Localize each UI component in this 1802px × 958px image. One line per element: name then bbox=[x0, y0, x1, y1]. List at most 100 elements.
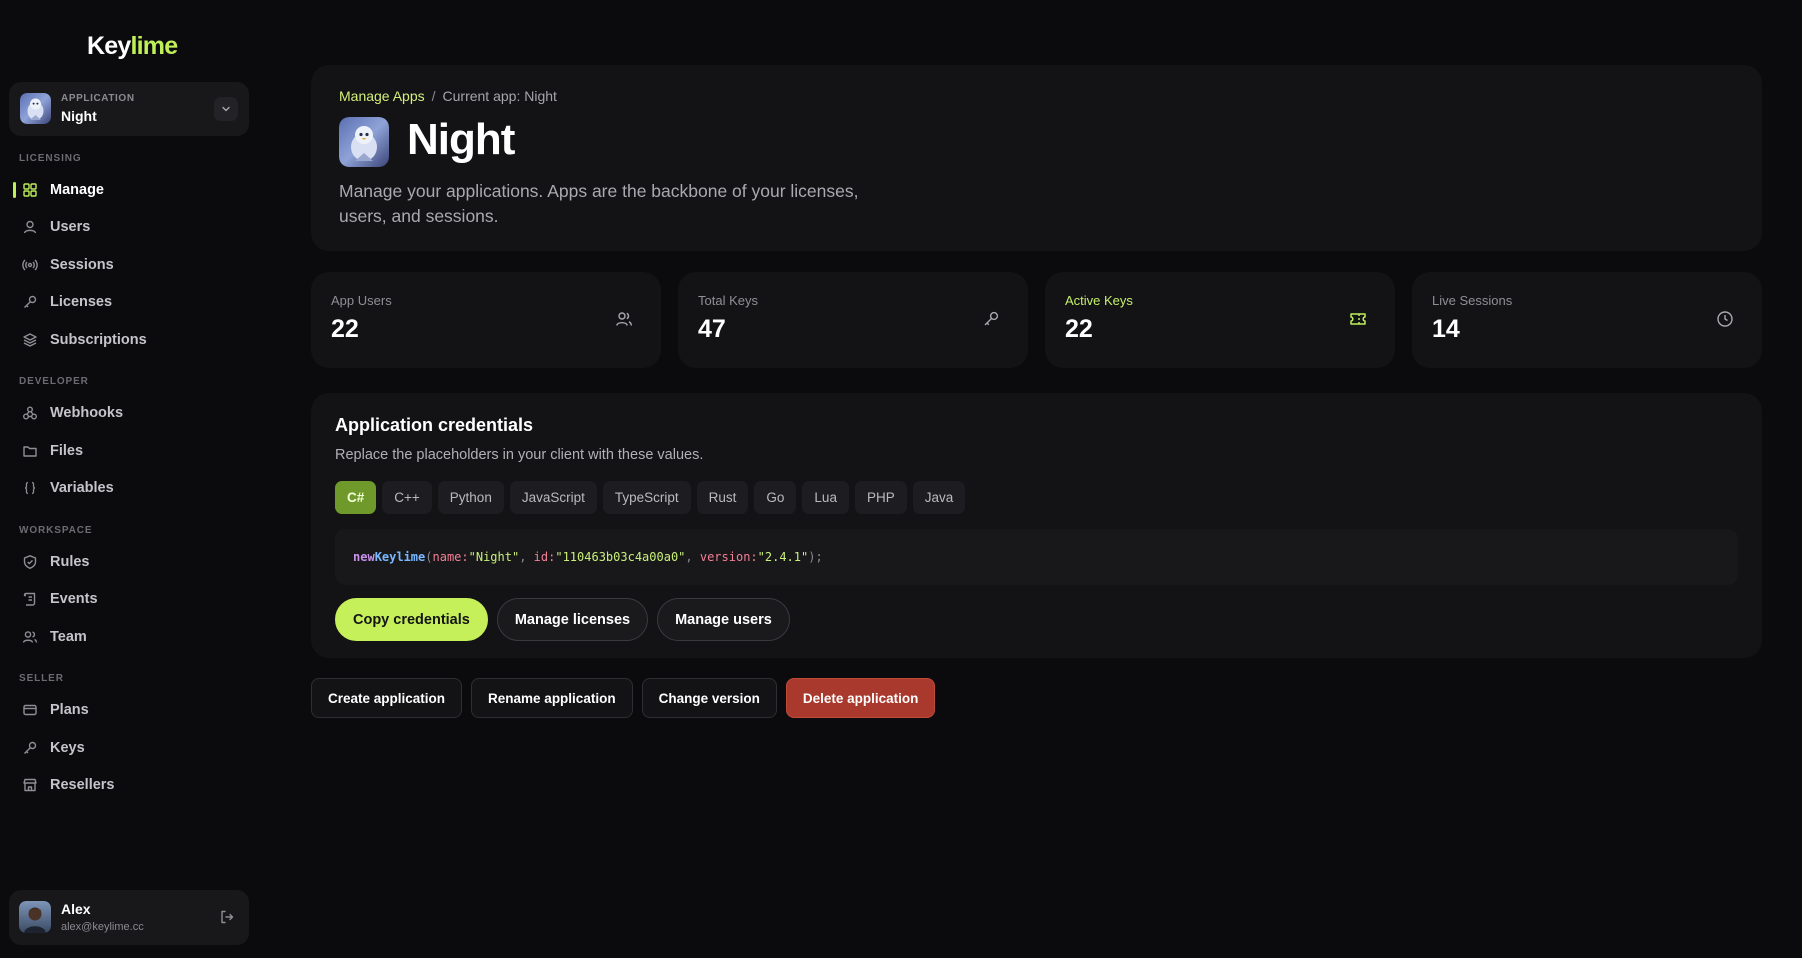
sidebar-item-manage[interactable]: Manage bbox=[13, 173, 249, 207]
code-param-version: version: bbox=[699, 550, 758, 564]
tab-java[interactable]: Java bbox=[912, 481, 966, 514]
broadcast-icon bbox=[22, 257, 38, 273]
sidebar-item-label: Manage bbox=[50, 182, 104, 198]
scroll-icon bbox=[22, 591, 38, 607]
tab-python[interactable]: Python bbox=[437, 481, 504, 514]
tab-go[interactable]: Go bbox=[754, 481, 797, 514]
sidebar-item-subscriptions[interactable]: Subscriptions bbox=[13, 323, 249, 357]
stat-card-active-keys: Active Keys 22 bbox=[1045, 272, 1395, 368]
grid-icon bbox=[22, 182, 38, 198]
rename-application-button[interactable]: Rename application bbox=[471, 678, 633, 718]
breadcrumb-link-manage-apps[interactable]: Manage Apps bbox=[339, 88, 425, 104]
tab-rust[interactable]: Rust bbox=[696, 481, 749, 514]
tab-csharp[interactable]: C# bbox=[335, 481, 377, 514]
user-name: Alex bbox=[61, 901, 91, 917]
code-value-version: "2.4.1" bbox=[757, 550, 809, 564]
sidebar-item-resellers[interactable]: Resellers bbox=[13, 768, 249, 802]
sidebar-item-webhooks[interactable]: Webhooks bbox=[13, 396, 249, 430]
sidebar-item-files[interactable]: Files bbox=[13, 434, 249, 468]
webhook-icon bbox=[22, 405, 38, 421]
key-icon bbox=[22, 740, 38, 756]
app-avatar-icon bbox=[20, 93, 51, 124]
create-application-button[interactable]: Create application bbox=[311, 678, 463, 718]
card-icon bbox=[22, 702, 38, 718]
sidebar-item-label: Resellers bbox=[50, 777, 115, 793]
code-keyword: new bbox=[353, 550, 375, 564]
credentials-actions: Copy credentials Manage licenses Manage … bbox=[335, 598, 790, 641]
store-icon bbox=[22, 777, 38, 793]
tab-php[interactable]: PHP bbox=[854, 481, 907, 514]
stat-label: App Users bbox=[331, 293, 392, 308]
nav-section-workspace: WORKSPACE bbox=[19, 525, 93, 536]
tab-typescript[interactable]: TypeScript bbox=[602, 481, 691, 514]
app-switcher-label: APPLICATION bbox=[61, 93, 135, 104]
code-value-name: "Night" bbox=[468, 550, 520, 564]
sidebar-item-label: Webhooks bbox=[50, 405, 124, 421]
team-icon bbox=[22, 629, 38, 645]
logout-icon[interactable] bbox=[219, 909, 235, 930]
sidebar-item-plans[interactable]: Plans bbox=[13, 693, 249, 727]
copy-credentials-button[interactable]: Copy credentials bbox=[335, 598, 488, 641]
breadcrumb: Manage Apps / Current app: Night bbox=[339, 88, 557, 104]
sidebar-item-rules[interactable]: Rules bbox=[13, 545, 249, 579]
sidebar-item-label: Subscriptions bbox=[50, 332, 147, 348]
brand-name-main: Key bbox=[87, 32, 131, 60]
sidebar-item-label: Rules bbox=[50, 554, 90, 570]
user-card[interactable]: Alex alex@keylime.cc bbox=[9, 890, 249, 945]
key-icon bbox=[22, 294, 38, 310]
sidebar-item-label: Plans bbox=[50, 702, 89, 718]
app-header-panel: Manage Apps / Current app: Night Night Man… bbox=[311, 65, 1762, 251]
sidebar-item-events[interactable]: Events bbox=[13, 582, 249, 616]
clock-icon bbox=[1716, 310, 1734, 333]
sidebar-item-keys[interactable]: Keys bbox=[13, 731, 249, 765]
users-icon bbox=[615, 310, 633, 333]
nav-section-licensing: LICENSING bbox=[19, 153, 82, 164]
sidebar-item-label: Variables bbox=[50, 480, 114, 496]
sidebar-item-team[interactable]: Team bbox=[13, 620, 249, 654]
ticket-icon bbox=[1349, 310, 1367, 333]
app-switcher[interactable]: APPLICATION Night bbox=[9, 82, 249, 136]
stat-value: 47 bbox=[698, 315, 726, 343]
brand-name-accent: lime bbox=[130, 32, 178, 60]
sidebar-item-label: Licenses bbox=[50, 294, 113, 310]
sidebar: Keylime APPLICATION Night LICENSING Mana… bbox=[0, 0, 258, 958]
tab-lua[interactable]: Lua bbox=[802, 481, 849, 514]
tab-javascript[interactable]: JavaScript bbox=[509, 481, 597, 514]
sidebar-item-users[interactable]: Users bbox=[13, 210, 249, 244]
braces-icon bbox=[22, 480, 38, 496]
stat-value: 14 bbox=[1432, 315, 1460, 343]
delete-application-button[interactable]: Delete application bbox=[785, 678, 936, 718]
change-version-button[interactable]: Change version bbox=[641, 678, 777, 718]
sidebar-item-sessions[interactable]: Sessions bbox=[13, 248, 249, 282]
stat-card-app-users: App Users 22 bbox=[311, 272, 661, 368]
brand-logo[interactable]: Keylime bbox=[87, 32, 178, 61]
tab-cpp[interactable]: C++ bbox=[382, 481, 432, 514]
page-title: Night bbox=[407, 115, 515, 164]
credentials-subtitle: Replace the placeholders in your client … bbox=[335, 447, 704, 463]
nav-section-developer: DEVELOPER bbox=[19, 376, 89, 387]
credentials-panel: Application credentials Replace the plac… bbox=[311, 393, 1762, 658]
folder-icon bbox=[22, 443, 38, 459]
sidebar-item-label: Team bbox=[50, 629, 87, 645]
code-param-name: name: bbox=[432, 550, 469, 564]
code-param-id: id: bbox=[533, 550, 556, 564]
application-actions: Create application Rename application Ch… bbox=[311, 678, 936, 718]
sidebar-item-variables[interactable]: Variables bbox=[13, 471, 249, 505]
user-icon bbox=[22, 219, 38, 235]
user-email: alex@keylime.cc bbox=[61, 921, 144, 933]
manage-users-button[interactable]: Manage users bbox=[657, 598, 790, 641]
language-tabs: C# C++ Python JavaScript TypeScript Rust… bbox=[335, 481, 966, 514]
chevron-down-icon[interactable] bbox=[214, 97, 238, 121]
stat-card-live-sessions: Live Sessions 14 bbox=[1412, 272, 1762, 368]
manage-licenses-button[interactable]: Manage licenses bbox=[496, 598, 649, 641]
code-value-id: "110463b03c4a00a0" bbox=[555, 550, 686, 564]
code-snippet[interactable]: new Keylime(name: "Night", id: "110463b0… bbox=[335, 529, 1738, 585]
credentials-title: Application credentials bbox=[335, 415, 534, 435]
sidebar-item-licenses[interactable]: Licenses bbox=[13, 285, 249, 319]
stat-label: Total Keys bbox=[698, 293, 758, 308]
sidebar-item-label: Keys bbox=[50, 740, 85, 756]
key-icon bbox=[982, 310, 1000, 333]
stat-card-total-keys: Total Keys 47 bbox=[678, 272, 1028, 368]
stat-value: 22 bbox=[331, 315, 359, 343]
sidebar-item-label: Sessions bbox=[50, 257, 114, 273]
